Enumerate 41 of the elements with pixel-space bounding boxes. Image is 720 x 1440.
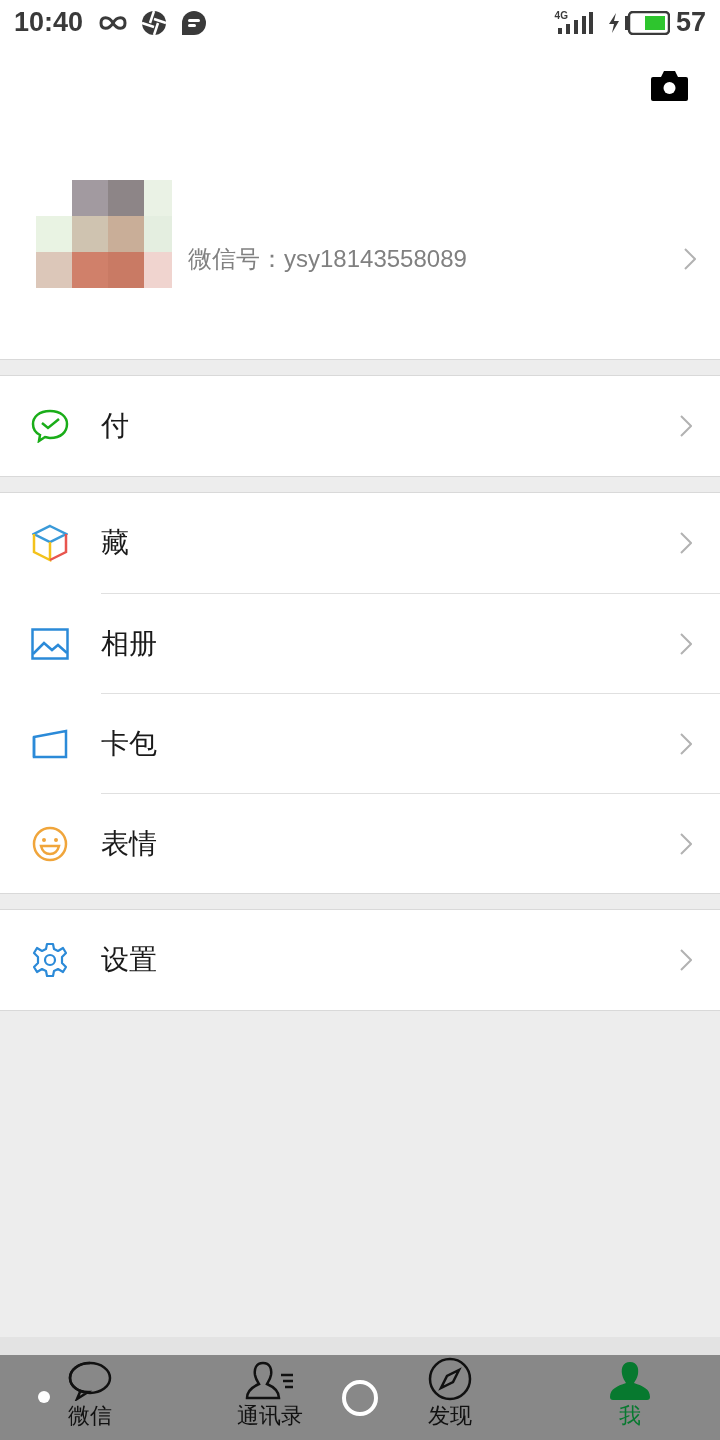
cube-icon: [31, 524, 68, 562]
aperture-icon: [141, 9, 168, 36]
menu-label: 付: [101, 409, 129, 443]
menu-row[interactable]: 相册: [101, 593, 720, 693]
menu-row[interactable]: 藏: [0, 493, 720, 593]
battery-icon: [623, 10, 670, 35]
menu-row[interactable]: 卡包: [101, 693, 720, 793]
settings-icon: [31, 942, 68, 978]
tab[interactable]: 通讯录: [215, 1355, 325, 1440]
menu-row[interactable]: 表情: [101, 793, 720, 893]
menu-label: 表情: [101, 826, 157, 861]
menu-row[interactable]: 付: [0, 376, 720, 476]
menu-label: 藏: [101, 526, 129, 560]
image-icon: [30, 627, 69, 660]
chat-bubble-icon: [68, 1361, 112, 1401]
chevron-right-icon: [680, 949, 692, 971]
tab[interactable]: 微信: [35, 1355, 145, 1440]
smiley-icon: [31, 825, 68, 862]
chat-bubble-icon: [181, 9, 208, 36]
menu-label: 相册: [101, 626, 157, 661]
chevron-right-icon: [680, 532, 692, 554]
charging-icon: [607, 12, 620, 33]
card-icon: [31, 728, 68, 759]
chevron-right-icon[interactable]: [684, 248, 696, 270]
menu-label: 设置: [101, 943, 157, 977]
wechat-id: 微信号：ysy18143558089: [188, 244, 467, 274]
menu-label: 卡包: [101, 726, 157, 761]
chevron-right-icon: [680, 732, 692, 755]
camera-icon[interactable]: [651, 71, 688, 101]
contacts-icon: [245, 1361, 295, 1401]
signal-icon: [555, 10, 594, 35]
battery-percent: 57: [675, 6, 706, 40]
menu-row[interactable]: 设置: [0, 910, 720, 1010]
chevron-right-icon: [680, 415, 692, 437]
person-icon: [609, 1361, 651, 1401]
compass-icon: [428, 1357, 472, 1401]
status-time: 10:40: [14, 6, 84, 40]
tab[interactable]: 发现: [395, 1355, 505, 1440]
network-type: 4G: [554, 9, 568, 23]
chevron-right-icon: [680, 632, 692, 655]
chevron-right-icon: [680, 832, 692, 855]
